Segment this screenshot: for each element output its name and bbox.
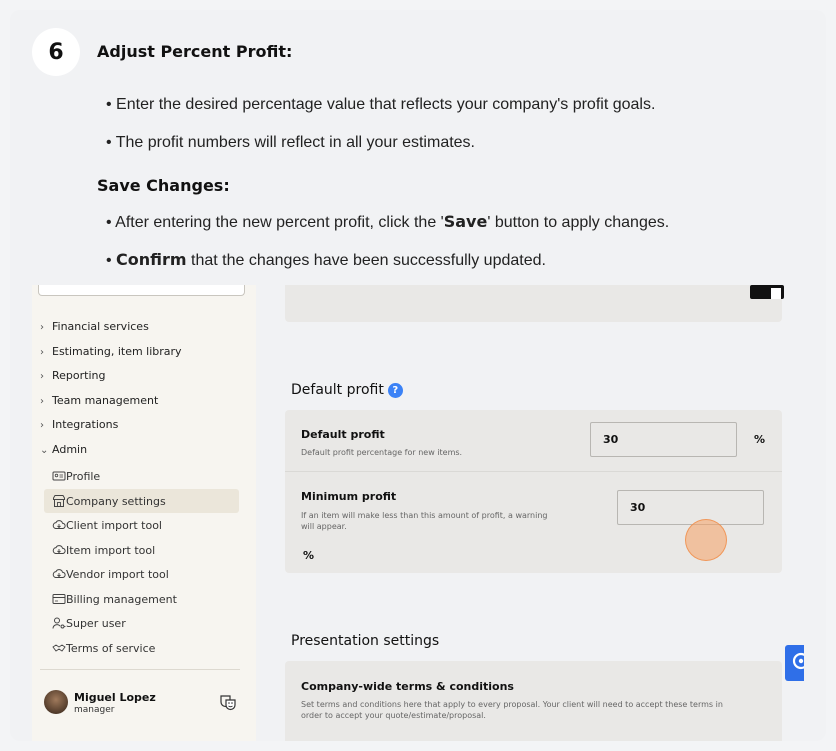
divider xyxy=(285,471,782,472)
user-name: Miguel Lopez xyxy=(74,691,156,704)
default-profit-label: Default profit xyxy=(301,428,385,441)
step-heading: Adjust Percent Profit: xyxy=(97,42,293,61)
sidebar-search-box[interactable] xyxy=(38,285,245,296)
default-profit-description: Default profit percentage for new items. xyxy=(301,448,463,457)
handshake-icon xyxy=(52,644,66,652)
settings-main: Default profit? Default profit Default p… xyxy=(256,285,804,741)
guide-step-card: 6 Adjust Percent Profit: • Enter the des… xyxy=(10,10,826,741)
sidebar-item-reporting[interactable]: › Reporting xyxy=(40,369,105,382)
default-profit-input[interactable]: 30 xyxy=(590,422,737,457)
minimum-profit-percent: % xyxy=(303,549,315,562)
chevron-right-icon: › xyxy=(40,371,44,382)
sidebar-item-company-settings[interactable]: Company settings xyxy=(44,489,239,513)
terms-title: Company-wide terms & conditions xyxy=(301,680,514,693)
credit-card-icon xyxy=(52,594,66,604)
help-icon[interactable]: ? xyxy=(387,383,403,398)
cloud-download-icon xyxy=(52,545,66,554)
previous-setting-panel xyxy=(285,285,784,322)
instruction-bullet: • Confirm that the changes have been suc… xyxy=(106,250,546,269)
section-title-presentation: Presentation settings xyxy=(291,633,440,649)
sidebar-item-super-user[interactable]: Super user xyxy=(44,611,239,635)
terms-description: order to accept your quote/estimate/prop… xyxy=(301,711,486,720)
cloud-download-icon xyxy=(52,520,66,529)
chevron-right-icon: › xyxy=(40,396,44,407)
chevron-right-icon: › xyxy=(40,347,44,358)
sidebar-item-estimating[interactable]: › Estimating, item library xyxy=(40,345,182,358)
minimum-profit-input[interactable]: 30 xyxy=(617,490,764,525)
sidebar-item-profile[interactable]: Profile xyxy=(44,464,239,488)
setting-toggle[interactable] xyxy=(750,285,784,299)
minimum-profit-label: Minimum profit xyxy=(301,490,397,503)
sidebar-item-terms-of-service[interactable]: Terms of service xyxy=(44,636,239,660)
save-heading: Save Changes: xyxy=(97,176,230,195)
instruction-bullet: • Enter the desired percentage value tha… xyxy=(106,96,656,113)
sidebar-item-client-import[interactable]: Client import tool xyxy=(44,513,239,537)
sidebar-item-item-import[interactable]: Item import tool xyxy=(44,538,239,562)
section-title-default-profit: Default profit? xyxy=(291,382,403,398)
avatar[interactable] xyxy=(44,690,68,714)
sidebar-item-team-management[interactable]: › Team management xyxy=(40,394,158,407)
step-number: 6 xyxy=(32,28,80,76)
cloud-download-icon xyxy=(52,569,66,578)
zoom-search-icon xyxy=(792,652,804,670)
default-profit-percent: % xyxy=(754,433,766,446)
chevron-right-icon: › xyxy=(40,322,44,333)
terms-description: Set terms and conditions here that apply… xyxy=(301,700,723,709)
sidebar-item-admin[interactable]: ⌄ Admin xyxy=(40,443,87,456)
sidebar-divider xyxy=(40,669,240,670)
theater-masks-icon[interactable] xyxy=(219,693,237,711)
sidebar-item-billing[interactable]: Billing management xyxy=(44,587,239,611)
id-card-icon xyxy=(52,471,66,481)
click-indicator xyxy=(685,519,727,561)
user-role: manager xyxy=(74,705,115,715)
app-screenshot: › Financial services › Estimating, item li… xyxy=(32,285,804,741)
user-key-icon xyxy=(52,617,66,629)
chevron-down-icon: ⌄ xyxy=(40,445,49,456)
minimum-profit-description: will appear. xyxy=(301,522,347,531)
sidebar-item-vendor-import[interactable]: Vendor import tool xyxy=(44,562,239,586)
sidebar: › Financial services › Estimating, item li… xyxy=(32,285,256,741)
instruction-bullet: • After entering the new percent profit,… xyxy=(106,212,670,231)
chevron-right-icon: › xyxy=(40,420,44,431)
zoom-button[interactable] xyxy=(785,645,804,681)
instruction-bullet: • The profit numbers will reflect in all… xyxy=(106,134,475,151)
sidebar-item-integrations[interactable]: › Integrations xyxy=(40,418,118,431)
sidebar-item-financial-services[interactable]: › Financial services xyxy=(40,320,149,333)
minimum-profit-description: If an item will make less than this amou… xyxy=(301,511,548,520)
storefront-icon xyxy=(53,495,65,507)
